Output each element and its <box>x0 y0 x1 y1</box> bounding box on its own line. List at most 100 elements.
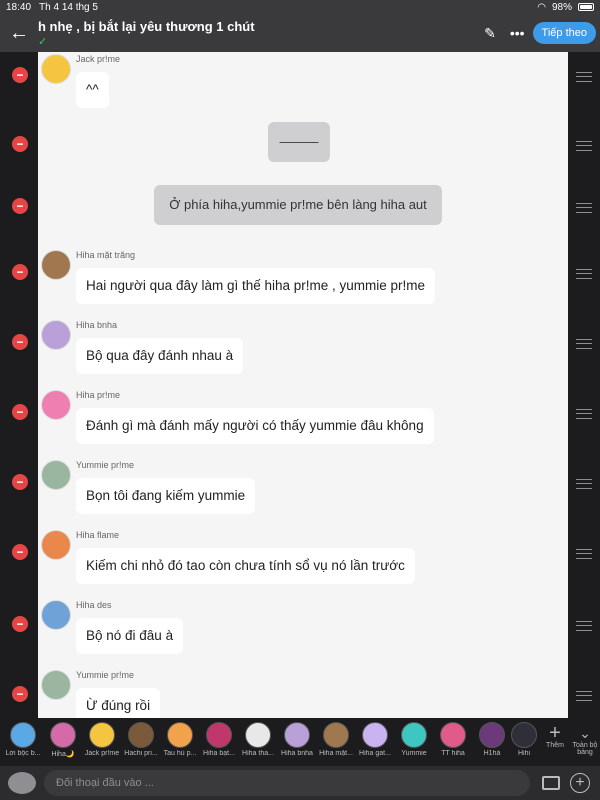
message-bubble: Hai người qua đây làm gì thế hiha pr!me … <box>76 268 436 304</box>
clock: 18:40 <box>6 1 32 13</box>
character-item[interactable]: Jack pr!me <box>83 722 121 757</box>
drag-handle-icon[interactable] <box>576 72 592 82</box>
delete-icon[interactable]: − <box>12 136 28 152</box>
character-item[interactable]: Hiha gat... <box>356 722 394 757</box>
character-avatar <box>284 722 310 748</box>
input-bar: Đối thoại đầu vào ... + <box>0 766 600 800</box>
plus-icon: + <box>549 722 561 744</box>
character-strip: Lời bộc b... Hiha🌙 Jack pr!me Hachi pri.… <box>0 718 600 766</box>
sender-name: Yummie pr!me <box>76 460 135 470</box>
add-circle-icon[interactable]: + <box>570 773 590 793</box>
date: Th 4 14 thg 5 <box>39 1 98 13</box>
drag-handle-icon[interactable] <box>576 141 592 151</box>
all-characters-button[interactable]: ⌄ Toàn bộ bảng <box>570 724 600 756</box>
character-item[interactable]: Hiha mặt... <box>317 722 355 757</box>
drag-handle-icon[interactable] <box>576 691 592 701</box>
top-bar: ← h nhẹ , bị bắt lại yêu thương 1 chút ✓… <box>0 14 600 52</box>
character-item[interactable]: Hiha🌙 <box>44 722 82 758</box>
character-avatar <box>362 722 388 748</box>
character-avatar <box>401 722 427 748</box>
message-bubble: ^^ <box>76 72 109 108</box>
next-button[interactable]: Tiếp theo <box>532 22 596 44</box>
character-item[interactable]: Hachi pri... <box>122 722 160 757</box>
drag-handle-icon[interactable] <box>576 203 592 213</box>
character-avatar <box>10 722 36 748</box>
character-item[interactable]: Hiha tha... <box>239 722 277 757</box>
back-arrow-icon[interactable]: ← <box>0 22 38 45</box>
character-item[interactable]: Hiha bnha <box>278 722 316 757</box>
wifi-icon: ◠ <box>537 1 546 13</box>
avatar <box>41 600 71 630</box>
character-item[interactable]: Tau hủ p... <box>161 722 199 757</box>
message-bubble: Kiếm chi nhỏ đó tao còn chưa tính sổ vụ … <box>76 548 415 584</box>
delete-icon[interactable]: − <box>12 198 28 214</box>
sender-name: Jack pr!me <box>76 54 121 64</box>
message-bubble: Bọn tôi đang kiếm yummie <box>76 478 256 514</box>
drag-handle-icon[interactable] <box>576 339 592 349</box>
page-title: h nhẹ , bị bắt lại yêu thương 1 chút <box>38 18 255 34</box>
character-avatar <box>206 722 232 748</box>
more-dots-icon[interactable]: ••• <box>510 25 525 41</box>
sender-name: Hiha des <box>76 600 112 610</box>
system-message[interactable]: Ở phía hiha,yummie pr!me bên làng hiha a… <box>154 185 442 225</box>
delete-icon[interactable]: − <box>12 544 28 560</box>
message-bubble: Ừ đúng rồi <box>76 688 161 718</box>
character-avatar <box>50 722 76 748</box>
avatar <box>41 320 71 350</box>
avatar <box>41 530 71 560</box>
character-item[interactable]: TT hiha <box>434 722 472 757</box>
delete-icon[interactable]: − <box>12 404 28 420</box>
avatar <box>41 54 71 84</box>
delete-icon[interactable]: − <box>12 334 28 350</box>
drag-handle-icon[interactable] <box>576 479 592 489</box>
chat-bubble-icon[interactable] <box>8 772 36 794</box>
sender-name: Hiha bnha <box>76 320 118 330</box>
add-character-button[interactable]: + Thêm <box>540 722 570 749</box>
character-item[interactable]: Yummie <box>395 722 433 757</box>
character-avatar <box>245 722 271 748</box>
check-icon: ✓ <box>38 35 48 48</box>
status-bar: 18:40 Th 4 14 thg 5 ◠ 98% <box>0 0 600 14</box>
image-icon[interactable] <box>542 776 560 790</box>
edit-pencil-icon[interactable]: ✎ <box>484 25 496 42</box>
character-avatar <box>323 722 349 748</box>
reorder-rail <box>568 52 600 718</box>
message-bubble: Bộ nó đi đâu à <box>76 618 184 654</box>
delete-icon[interactable]: − <box>12 686 28 702</box>
character-avatar <box>440 722 466 748</box>
system-separator[interactable]: ——— <box>268 122 330 162</box>
character-avatar <box>479 722 505 748</box>
title-block: h nhẹ , bị bắt lại yêu thương 1 chút ✓ <box>38 19 484 48</box>
avatar <box>41 670 71 700</box>
delete-icon[interactable]: − <box>12 264 28 280</box>
chevron-down-icon: ⌄ <box>579 725 591 741</box>
sender-name: Hiha flame <box>76 530 120 540</box>
character-avatar <box>128 722 154 748</box>
character-item[interactable]: H1hả <box>473 722 511 757</box>
drag-handle-icon[interactable] <box>576 621 592 631</box>
character-item[interactable]: Hiha bạt... <box>200 722 238 757</box>
drag-handle-icon[interactable] <box>576 269 592 279</box>
character-avatar <box>89 722 115 748</box>
avatar <box>41 460 71 490</box>
avatar <box>41 390 71 420</box>
chat-area: Jack pr!me ^^ ——— Ở phía hiha,yummie pr!… <box>38 52 568 718</box>
avatar <box>41 250 71 280</box>
dialogue-input[interactable]: Đối thoại đầu vào ... <box>44 770 530 796</box>
battery-icon <box>578 3 594 11</box>
delete-icon[interactable]: − <box>12 616 28 632</box>
delete-icon[interactable]: − <box>12 67 28 83</box>
drag-handle-icon[interactable] <box>576 549 592 559</box>
character-avatar <box>511 722 537 748</box>
character-narrator[interactable]: Lời bộc b... <box>4 722 42 757</box>
sender-name: Hiha mặt trăng <box>76 250 136 260</box>
delete-icon[interactable]: − <box>12 474 28 490</box>
message-bubble: Đánh gì mà đánh mấy người có thấy yummie… <box>76 408 434 444</box>
drag-handle-icon[interactable] <box>576 409 592 419</box>
message-bubble: Bộ qua đây đánh nhau à <box>76 338 244 374</box>
sender-name: Yummie pr!me <box>76 670 135 680</box>
sender-name: Hiha pr!me <box>76 390 121 400</box>
delete-rail: − − − − − − − − − − <box>0 52 38 718</box>
character-item[interactable]: Hihi <box>510 722 538 757</box>
battery-percent: 98% <box>551 1 572 13</box>
